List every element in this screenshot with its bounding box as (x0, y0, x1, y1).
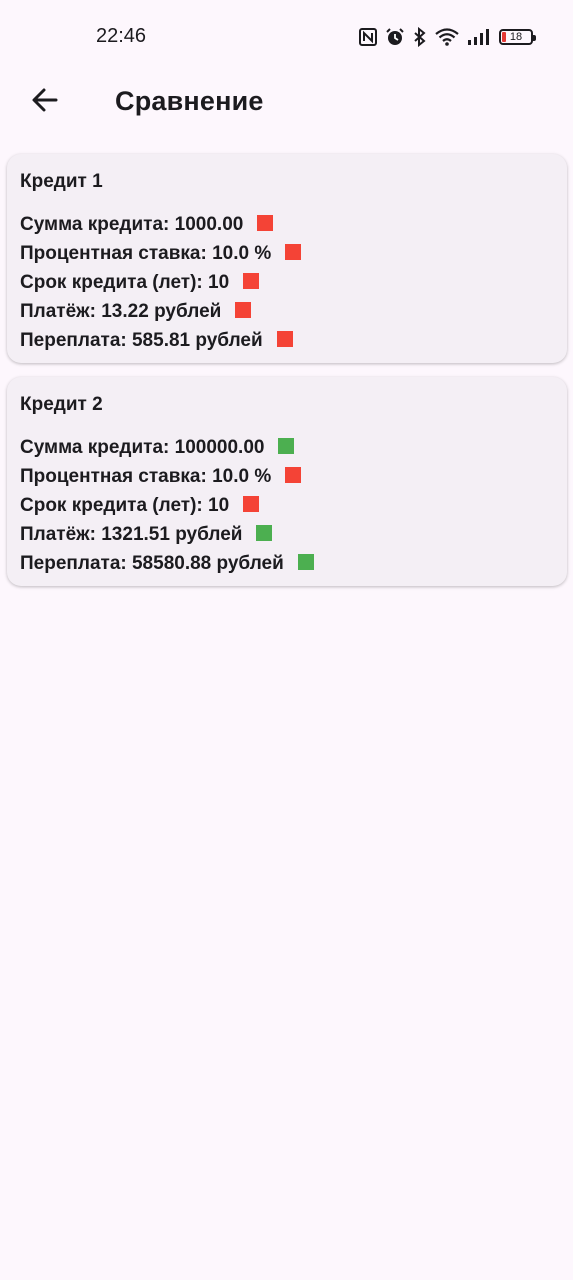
indicator-square (285, 243, 302, 260)
payment-row: Платёж: 1321.51 рублей (20, 520, 314, 549)
indicator-square (257, 214, 274, 231)
back-button[interactable] (23, 80, 67, 124)
card-rows: Сумма кредита: 1000.00 Процентная ставка… (20, 210, 302, 355)
arrow-left-icon (31, 86, 59, 119)
loan-term-row: Срок кредита (лет): 10 (20, 491, 314, 520)
indicator-square (243, 495, 260, 512)
indicator-square (256, 524, 273, 541)
indicator-square (243, 272, 260, 289)
overpayment-row: Переплата: 58580.88 рублей (20, 549, 314, 578)
card-rows: Сумма кредита: 100000.00 Процентная став… (20, 433, 314, 578)
row-text: Сумма кредита: 1000.00 (20, 213, 244, 235)
row-text: Срок кредита (лет): 10 (20, 494, 230, 516)
card-title: Кредит 1 (20, 171, 103, 192)
overpayment-row: Переплата: 585.81 рублей (20, 326, 301, 355)
card-title: Кредит 2 (20, 394, 103, 415)
battery-icon: 18 (499, 29, 536, 45)
interest-rate-row: Процентная ставка: 10.0 % (20, 462, 314, 491)
interest-rate-row: Процентная ставка: 10.0 % (20, 239, 302, 268)
app-bar: Сравнение (0, 72, 573, 136)
row-text: Платёж: 1321.51 рублей (20, 523, 243, 545)
row-text: Переплата: 585.81 рублей (20, 329, 263, 351)
row-text: Переплата: 58580.88 рублей (20, 552, 284, 574)
battery-level: 18 (509, 31, 523, 43)
loan-amount-row: Сумма кредита: 100000.00 (20, 433, 314, 462)
row-text: Процентная ставка: 10.0 % (20, 242, 272, 264)
loan-card-1: Кредит 1 Сумма кредита: 1000.00 Процентн… (7, 154, 567, 363)
alarm-icon (385, 27, 405, 47)
status-time: 22:46 (96, 25, 147, 47)
row-text: Платёж: 13.22 рублей (20, 300, 222, 322)
page-title: Сравнение (115, 86, 264, 116)
nfc-icon (359, 28, 377, 46)
row-text: Сумма кредита: 100000.00 (20, 436, 265, 458)
payment-row: Платёж: 13.22 рублей (20, 297, 301, 326)
indicator-square (297, 553, 314, 570)
row-text: Срок кредита (лет): 10 (20, 271, 230, 293)
status-bar: 22:46 18 (0, 0, 573, 72)
indicator-square (235, 301, 252, 318)
loan-term-row: Срок кредита (лет): 10 (20, 268, 301, 297)
bluetooth-icon (413, 27, 427, 47)
signal-icon (467, 29, 489, 45)
indicator-square (285, 466, 302, 483)
wifi-icon (435, 28, 459, 46)
row-text: Процентная ставка: 10.0 % (20, 465, 272, 487)
loan-amount-row: Сумма кредита: 1000.00 (20, 210, 301, 239)
loan-card-2: Кредит 2 Сумма кредита: 100000.00 Процен… (7, 377, 567, 586)
indicator-square (278, 437, 295, 454)
status-icons: 18 (359, 26, 536, 48)
indicator-square (276, 330, 293, 347)
